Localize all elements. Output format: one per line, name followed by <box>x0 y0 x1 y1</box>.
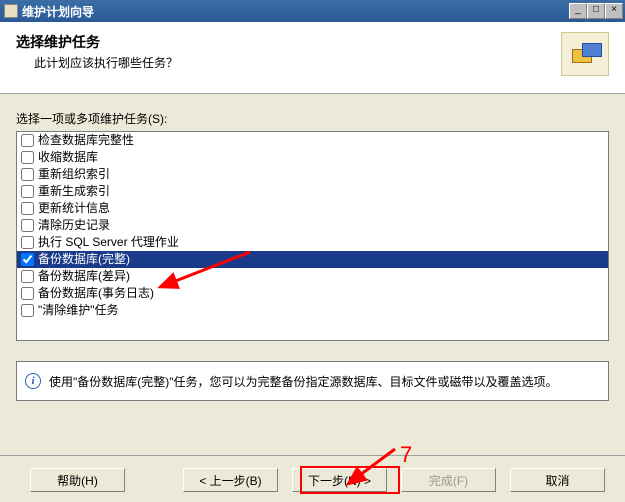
cancel-button[interactable]: 取消 <box>510 468 605 492</box>
finish-button: 完成(F) <box>401 468 496 492</box>
task-checkbox[interactable] <box>21 304 34 317</box>
task-row[interactable]: "清除维护"任务 <box>17 302 608 319</box>
client-area: 选择维护任务 此计划应该执行哪些任务？ 选择一项或多项维护任务(S): 检查数据… <box>0 22 625 502</box>
back-button[interactable]: < 上一步(B) <box>183 468 278 492</box>
task-row[interactable]: 重新组织索引 <box>17 166 608 183</box>
button-row: < 上一步(B) 下一步(N) > 完成(F) 取消 <box>0 455 625 492</box>
task-checkbox[interactable] <box>21 151 34 164</box>
info-text: 使用"备份数据库(完整)"任务，您可以为完整备份指定源数据库、目标文件或磁带以及… <box>49 373 558 390</box>
task-row[interactable]: 收缩数据库 <box>17 149 608 166</box>
task-label: 更新统计信息 <box>38 200 110 217</box>
task-label: 备份数据库(完整) <box>38 251 130 268</box>
task-checkbox[interactable] <box>21 202 34 215</box>
task-checkbox[interactable] <box>21 270 34 283</box>
minimize-button[interactable]: _ <box>569 3 587 19</box>
task-row[interactable]: 执行 SQL Server 代理作业 <box>17 234 608 251</box>
task-checkbox[interactable] <box>21 134 34 147</box>
task-label: 重新生成索引 <box>38 183 110 200</box>
task-checkbox[interactable] <box>21 219 34 232</box>
maximize-button[interactable]: □ <box>587 3 605 19</box>
list-label: 选择一项或多项维护任务(S): <box>16 110 609 127</box>
task-label: 备份数据库(差异) <box>38 268 130 285</box>
task-checkbox[interactable] <box>21 253 34 266</box>
wizard-icon <box>561 32 609 76</box>
task-checkbox[interactable] <box>21 236 34 249</box>
task-label: "清除维护"任务 <box>38 302 119 319</box>
close-button[interactable]: × <box>605 3 623 19</box>
task-label: 清除历史记录 <box>38 217 110 234</box>
task-list[interactable]: 检查数据库完整性收缩数据库重新组织索引重新生成索引更新统计信息清除历史记录执行 … <box>16 131 609 341</box>
task-label: 检查数据库完整性 <box>38 132 134 149</box>
task-label: 重新组织索引 <box>38 166 110 183</box>
app-icon <box>4 4 18 18</box>
info-box: i 使用"备份数据库(完整)"任务，您可以为完整备份指定源数据库、目标文件或磁带… <box>16 361 609 401</box>
task-label: 收缩数据库 <box>38 149 98 166</box>
task-row[interactable]: 备份数据库(事务日志) <box>17 285 608 302</box>
task-row[interactable]: 重新生成索引 <box>17 183 608 200</box>
task-row[interactable]: 备份数据库(完整) <box>17 251 608 268</box>
task-checkbox[interactable] <box>21 185 34 198</box>
task-row[interactable]: 备份数据库(差异) <box>17 268 608 285</box>
task-row[interactable]: 检查数据库完整性 <box>17 132 608 149</box>
next-button[interactable]: 下一步(N) > <box>292 468 387 492</box>
task-row[interactable]: 清除历史记录 <box>17 217 608 234</box>
task-label: 备份数据库(事务日志) <box>38 285 154 302</box>
page-subtitle: 此计划应该执行哪些任务？ <box>34 54 561 71</box>
task-checkbox[interactable] <box>21 287 34 300</box>
task-row[interactable]: 更新统计信息 <box>17 200 608 217</box>
page-title: 选择维护任务 <box>16 32 561 52</box>
title-bar: 维护计划向导 _ □ × <box>0 0 625 22</box>
info-icon: i <box>25 373 41 389</box>
wizard-header: 选择维护任务 此计划应该执行哪些任务？ <box>0 22 625 94</box>
task-checkbox[interactable] <box>21 168 34 181</box>
task-label: 执行 SQL Server 代理作业 <box>38 234 179 251</box>
window-title: 维护计划向导 <box>22 3 569 20</box>
